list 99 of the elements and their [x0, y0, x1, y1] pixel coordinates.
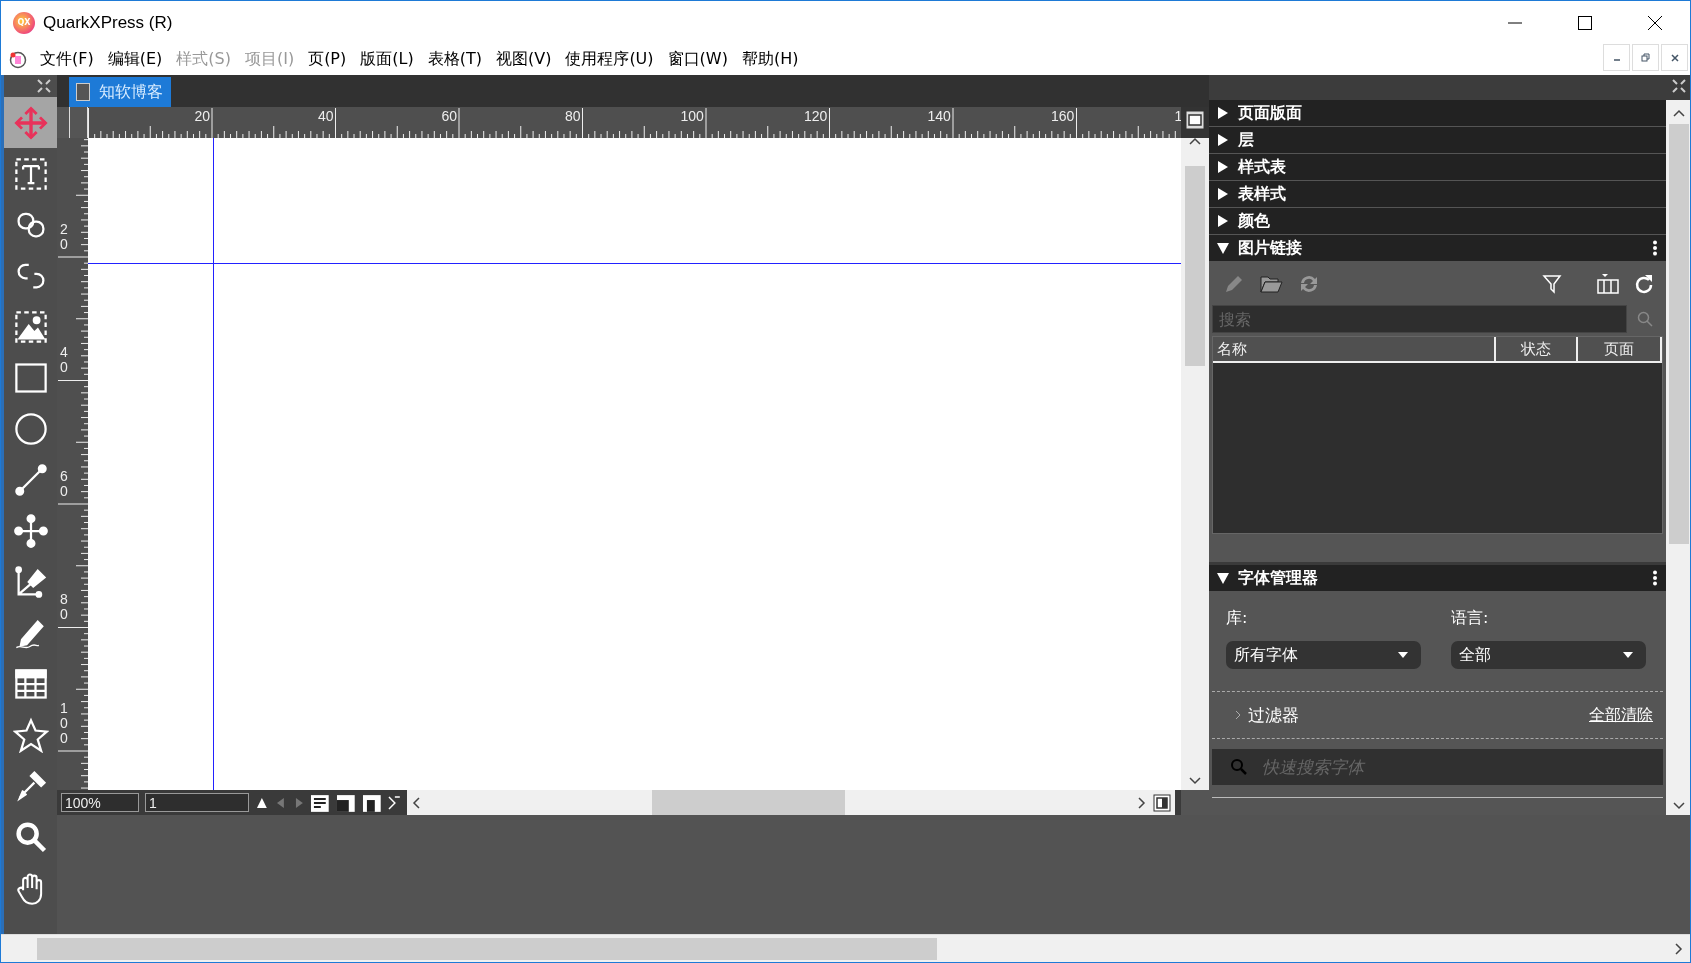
split-view-icon[interactable]	[1153, 793, 1172, 812]
menu-item[interactable]: 表格(T)	[420, 49, 489, 70]
menu-item[interactable]: 文件(F)	[33, 49, 101, 70]
ruler-label: 80	[60, 592, 69, 623]
collapse-icon[interactable]	[1672, 79, 1686, 93]
menu-item[interactable]: 视图(V)	[488, 49, 559, 70]
ruler-label: 20	[194, 108, 211, 124]
column-header[interactable]: 页面	[1578, 337, 1662, 361]
ruler-label: 20	[60, 221, 69, 253]
column-header[interactable]: 状态	[1496, 337, 1578, 361]
panel-header[interactable]: 页面版面	[1209, 100, 1666, 127]
ruler-label: 100	[60, 700, 69, 747]
minimize-icon	[1507, 21, 1523, 24]
layout-view-icon[interactable]	[361, 793, 382, 812]
pen-icon	[12, 563, 49, 600]
oval-icon	[12, 410, 49, 447]
scrollbar-thumb[interactable]	[37, 937, 937, 960]
language-label: 语言:	[1451, 608, 1490, 629]
page-field[interactable]: 1	[145, 793, 249, 812]
close-icon	[1670, 53, 1679, 62]
window-title: QuarkXPress (R)	[43, 12, 173, 33]
triangle-icon	[1217, 242, 1229, 254]
caret-icon	[1397, 651, 1409, 659]
language-dropdown[interactable]: 全部	[1451, 641, 1646, 669]
page-icon	[75, 82, 91, 102]
zoom-field[interactable]: 100%	[61, 793, 139, 812]
ruler-label: 160	[1051, 108, 1075, 124]
panel-header[interactable]: 颜色	[1209, 208, 1666, 235]
layout-view-icon[interactable]	[336, 793, 356, 812]
document-icon[interactable]	[9, 50, 27, 69]
panel-scrollbar[interactable]	[1666, 100, 1690, 815]
ruler-label: 140	[927, 108, 951, 124]
clear-all-link[interactable]: 全部清除	[1589, 704, 1653, 726]
caret-icon	[1622, 651, 1634, 659]
menu-item[interactable]: 窗口(W)	[660, 49, 735, 70]
ruler-label: 100	[680, 108, 704, 124]
horizontal-scrollbar[interactable]	[1, 934, 1690, 962]
menu-item[interactable]: 使用程序(U)	[558, 49, 661, 70]
ruler-label: 40	[60, 345, 69, 376]
triangle-icon	[1217, 107, 1229, 119]
layout-view-icon[interactable]	[310, 793, 331, 812]
scroll-left-icon[interactable]	[411, 795, 422, 810]
document-tab[interactable]: 知软博客	[69, 77, 171, 107]
library-dropdown[interactable]: 所有字体	[1226, 641, 1421, 669]
picture-icon	[12, 308, 49, 345]
scroll-up-icon[interactable]	[1672, 108, 1686, 118]
star-icon	[12, 716, 49, 753]
more-icon[interactable]	[1652, 240, 1658, 256]
maximize-icon	[1577, 14, 1593, 31]
ruler-origin[interactable]	[57, 107, 88, 138]
menu-item[interactable]: 版面(L)	[353, 49, 421, 70]
triangle-icon	[1217, 572, 1229, 584]
ruler-label: 60	[441, 108, 458, 124]
collapse-icon[interactable]	[37, 79, 51, 93]
page-view-icon[interactable]	[1185, 110, 1205, 130]
panel-header[interactable]: 样式表	[1209, 154, 1666, 181]
filter-toggle[interactable]: 过滤器	[1248, 703, 1299, 727]
nodes-icon	[12, 512, 49, 549]
horizontal-scrollbar[interactable]	[407, 790, 1176, 815]
panel-header[interactable]: 层	[1209, 127, 1666, 154]
more-icon[interactable]	[1652, 570, 1658, 586]
scrollbar-thumb[interactable]	[1669, 124, 1689, 544]
close-document-button[interactable]	[1661, 44, 1688, 71]
library-label: 库:	[1226, 608, 1249, 629]
close-icon	[1647, 14, 1663, 31]
scroll-up-icon[interactable]	[1188, 136, 1202, 146]
text-icon	[12, 155, 49, 192]
scrollbar-thumb[interactable]	[652, 790, 846, 815]
panel-header[interactable]: 表样式	[1209, 181, 1666, 208]
ruler-label: 40	[318, 108, 334, 124]
triangle-icon	[1217, 188, 1229, 200]
column-header[interactable]: 名称	[1213, 337, 1496, 361]
ruler-label: 80	[565, 108, 581, 124]
menu-item[interactable]: 页(P)	[301, 49, 354, 70]
triangle-icon	[1217, 161, 1229, 173]
panel-header[interactable]: 字体管理器	[1209, 565, 1666, 592]
menu-item[interactable]: 编辑(E)	[100, 49, 170, 70]
columns-icon[interactable]	[1596, 272, 1620, 295]
scroll-down-icon[interactable]	[1672, 801, 1686, 811]
restore-icon	[1641, 53, 1650, 62]
app-logo: QX	[13, 11, 35, 34]
search-field[interactable]: 搜索	[1212, 305, 1627, 333]
expand-icon[interactable]	[387, 793, 402, 812]
move-icon	[12, 104, 49, 141]
line-icon	[12, 461, 49, 498]
triangle-icon	[1217, 215, 1229, 227]
ruler-label: 60	[60, 468, 69, 500]
refresh-icon[interactable]	[1634, 273, 1654, 294]
scroll-right-icon[interactable]	[1137, 795, 1148, 810]
scroll-right-icon[interactable]	[1674, 941, 1684, 956]
scroll-down-icon[interactable]	[1188, 776, 1202, 786]
ruler-label: 120	[804, 108, 828, 124]
chevron-icon[interactable]	[1234, 709, 1242, 721]
filter-icon[interactable]	[1542, 273, 1562, 294]
menu-item[interactable]: 帮助(H)	[734, 49, 806, 70]
panel-header[interactable]: 图片链接	[1209, 235, 1666, 262]
triangle-icon	[1217, 134, 1229, 146]
scrollbar-thumb[interactable]	[1185, 166, 1205, 366]
ruler-label: 1	[1174, 108, 1181, 124]
